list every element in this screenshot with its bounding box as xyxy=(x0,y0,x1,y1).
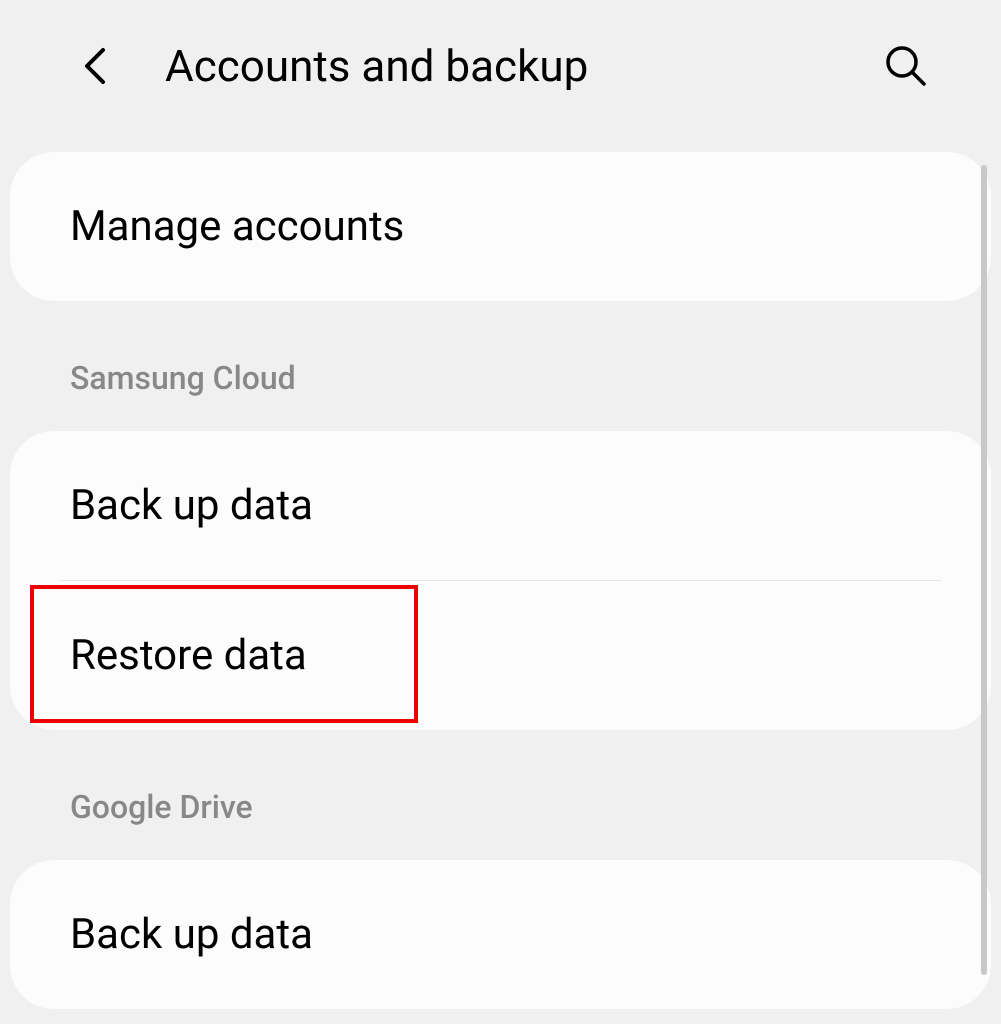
search-icon xyxy=(884,44,928,88)
search-button[interactable] xyxy=(881,41,931,91)
section-header-google-drive: Google Drive xyxy=(10,750,991,860)
scrollbar[interactable] xyxy=(981,165,987,975)
manage-accounts-item[interactable]: Manage accounts xyxy=(10,152,991,301)
google-drive-card: Back up data xyxy=(10,860,991,1009)
list-item-label: Restore data xyxy=(70,631,307,680)
backup-data-google-item[interactable]: Back up data xyxy=(10,860,991,1009)
backup-data-samsung-item[interactable]: Back up data xyxy=(10,431,991,580)
list-item-label: Back up data xyxy=(70,910,313,959)
list-item-label: Back up data xyxy=(70,481,313,530)
content: Manage accounts Samsung Cloud Back up da… xyxy=(0,122,1001,1009)
manage-accounts-card: Manage accounts xyxy=(10,152,991,301)
list-item-label: Manage accounts xyxy=(70,202,404,251)
page-title: Accounts and backup xyxy=(165,40,881,92)
back-button[interactable] xyxy=(75,46,115,86)
section-header-samsung-cloud: Samsung Cloud xyxy=(10,321,991,431)
header: Accounts and backup xyxy=(0,0,1001,122)
samsung-cloud-card: Back up data Restore data xyxy=(10,431,991,730)
restore-data-item[interactable]: Restore data xyxy=(10,581,991,730)
chevron-left-icon xyxy=(83,46,107,86)
